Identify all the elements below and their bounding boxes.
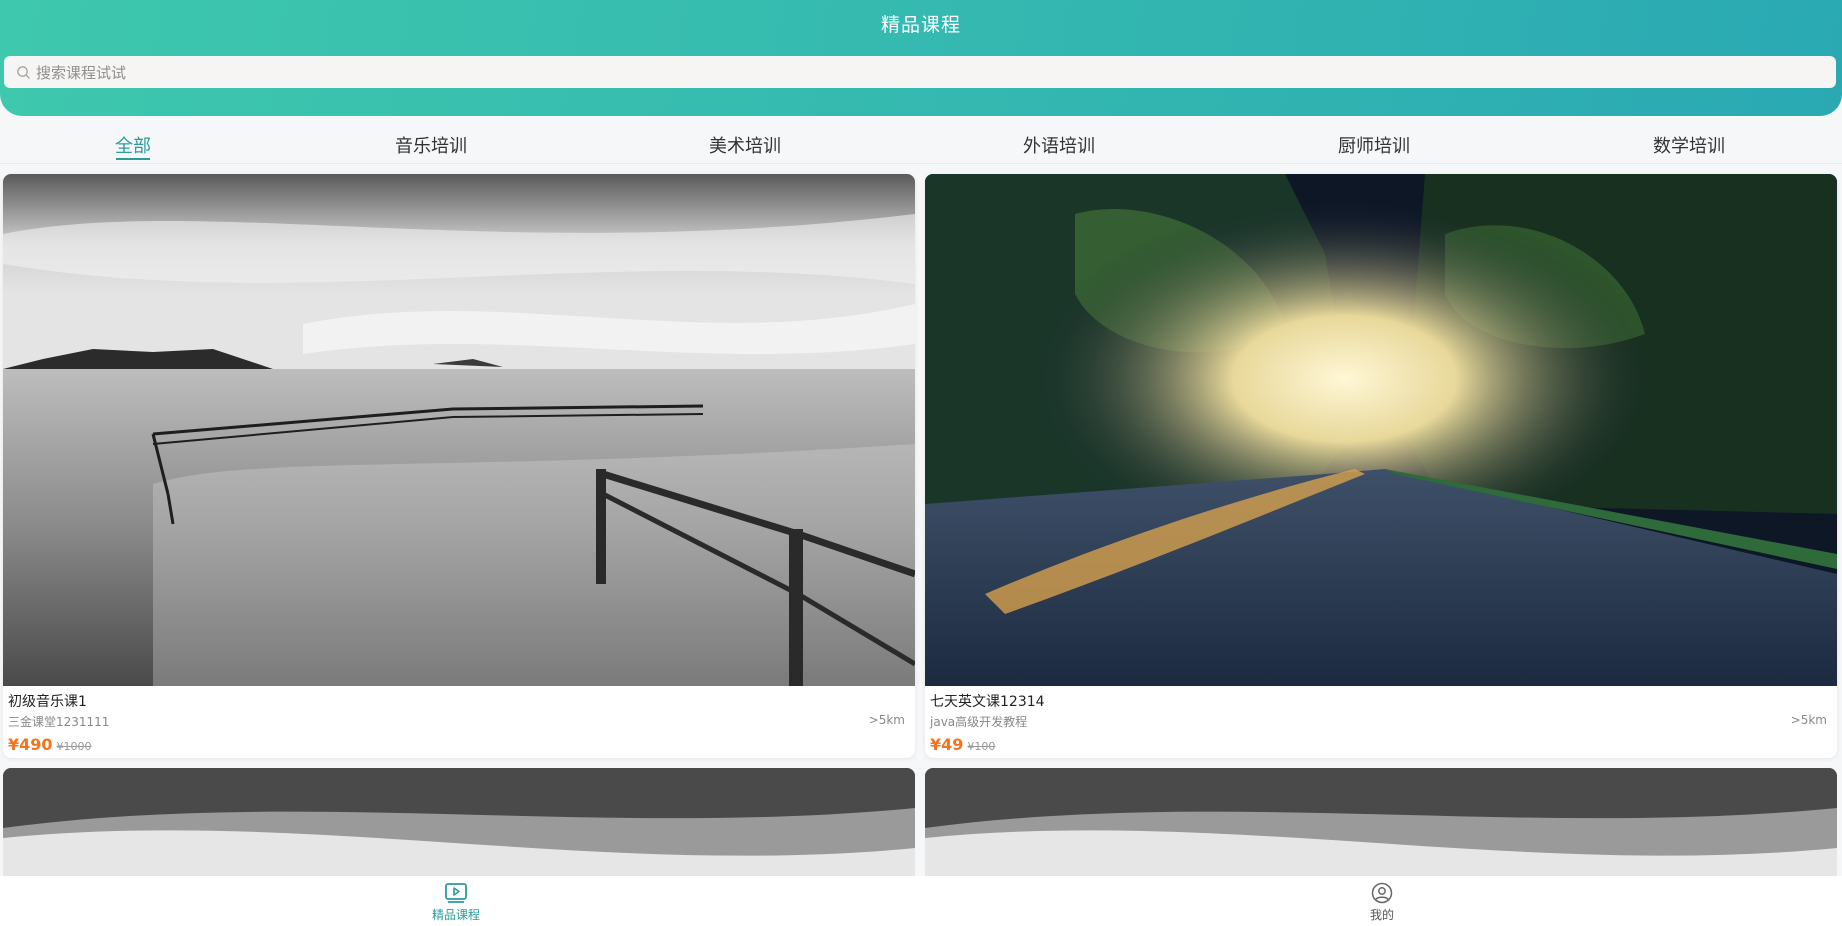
price-current: ¥490 <box>8 735 53 754</box>
nav-courses[interactable]: 精品课程 <box>386 882 526 923</box>
search-icon <box>17 65 30 79</box>
category-tabs: 全部 音乐培训 美术培训 外语培训 厨师培训 数学培训 <box>0 118 1842 164</box>
tab-math[interactable]: 数学培训 <box>1609 132 1769 158</box>
user-circle-icon <box>1371 882 1393 904</box>
course-title: 七天英文课12314 <box>930 694 1045 710</box>
tab-music[interactable]: 音乐培训 <box>351 132 511 158</box>
price-current: ¥49 <box>930 735 964 754</box>
nav-profile-label: 我的 <box>1369 908 1394 922</box>
course-price: ¥49 ¥100 <box>930 735 995 754</box>
page-title: 精品课程 <box>880 14 961 36</box>
price-original: ¥1000 <box>56 740 92 753</box>
tab-chef[interactable]: 厨师培训 <box>1294 132 1454 158</box>
course-card-partial[interactable] <box>3 768 915 878</box>
tab-language[interactable]: 外语培训 <box>979 132 1139 158</box>
course-card-partial[interactable] <box>925 768 1837 878</box>
tab-art[interactable]: 美术培训 <box>665 132 825 158</box>
course-image <box>3 768 915 878</box>
course-card[interactable]: 七天英文课12314 java高级开发教程 >5km ¥49 ¥100 <box>925 174 1837 758</box>
course-card[interactable]: 初级音乐课1 三金课堂1231111 >5km ¥490 ¥1000 <box>3 174 915 758</box>
bottom-nav: 精品课程 我的 <box>0 876 1842 926</box>
course-image <box>925 174 1837 686</box>
course-provider: 三金课堂1231111 <box>8 715 110 729</box>
nav-profile[interactable]: 我的 <box>1312 882 1452 923</box>
video-play-icon <box>445 883 467 903</box>
course-provider: java高级开发教程 <box>930 715 1028 729</box>
search-placeholder: 搜索课程试试 <box>36 63 127 82</box>
course-image <box>925 768 1837 878</box>
course-image <box>3 174 915 686</box>
active-tab-indicator <box>116 158 150 160</box>
price-original: ¥100 <box>967 740 996 753</box>
nav-courses-label: 精品课程 <box>431 908 480 922</box>
search-input[interactable]: 搜索课程试试 <box>4 56 1836 88</box>
tab-all[interactable]: 全部 <box>53 132 213 158</box>
course-distance: >5km <box>868 713 905 727</box>
course-title: 初级音乐课1 <box>8 694 87 710</box>
course-price: ¥490 ¥1000 <box>8 735 92 754</box>
header: 精品课程 搜索课程试试 <box>0 0 1842 116</box>
course-distance: >5km <box>1790 713 1827 727</box>
